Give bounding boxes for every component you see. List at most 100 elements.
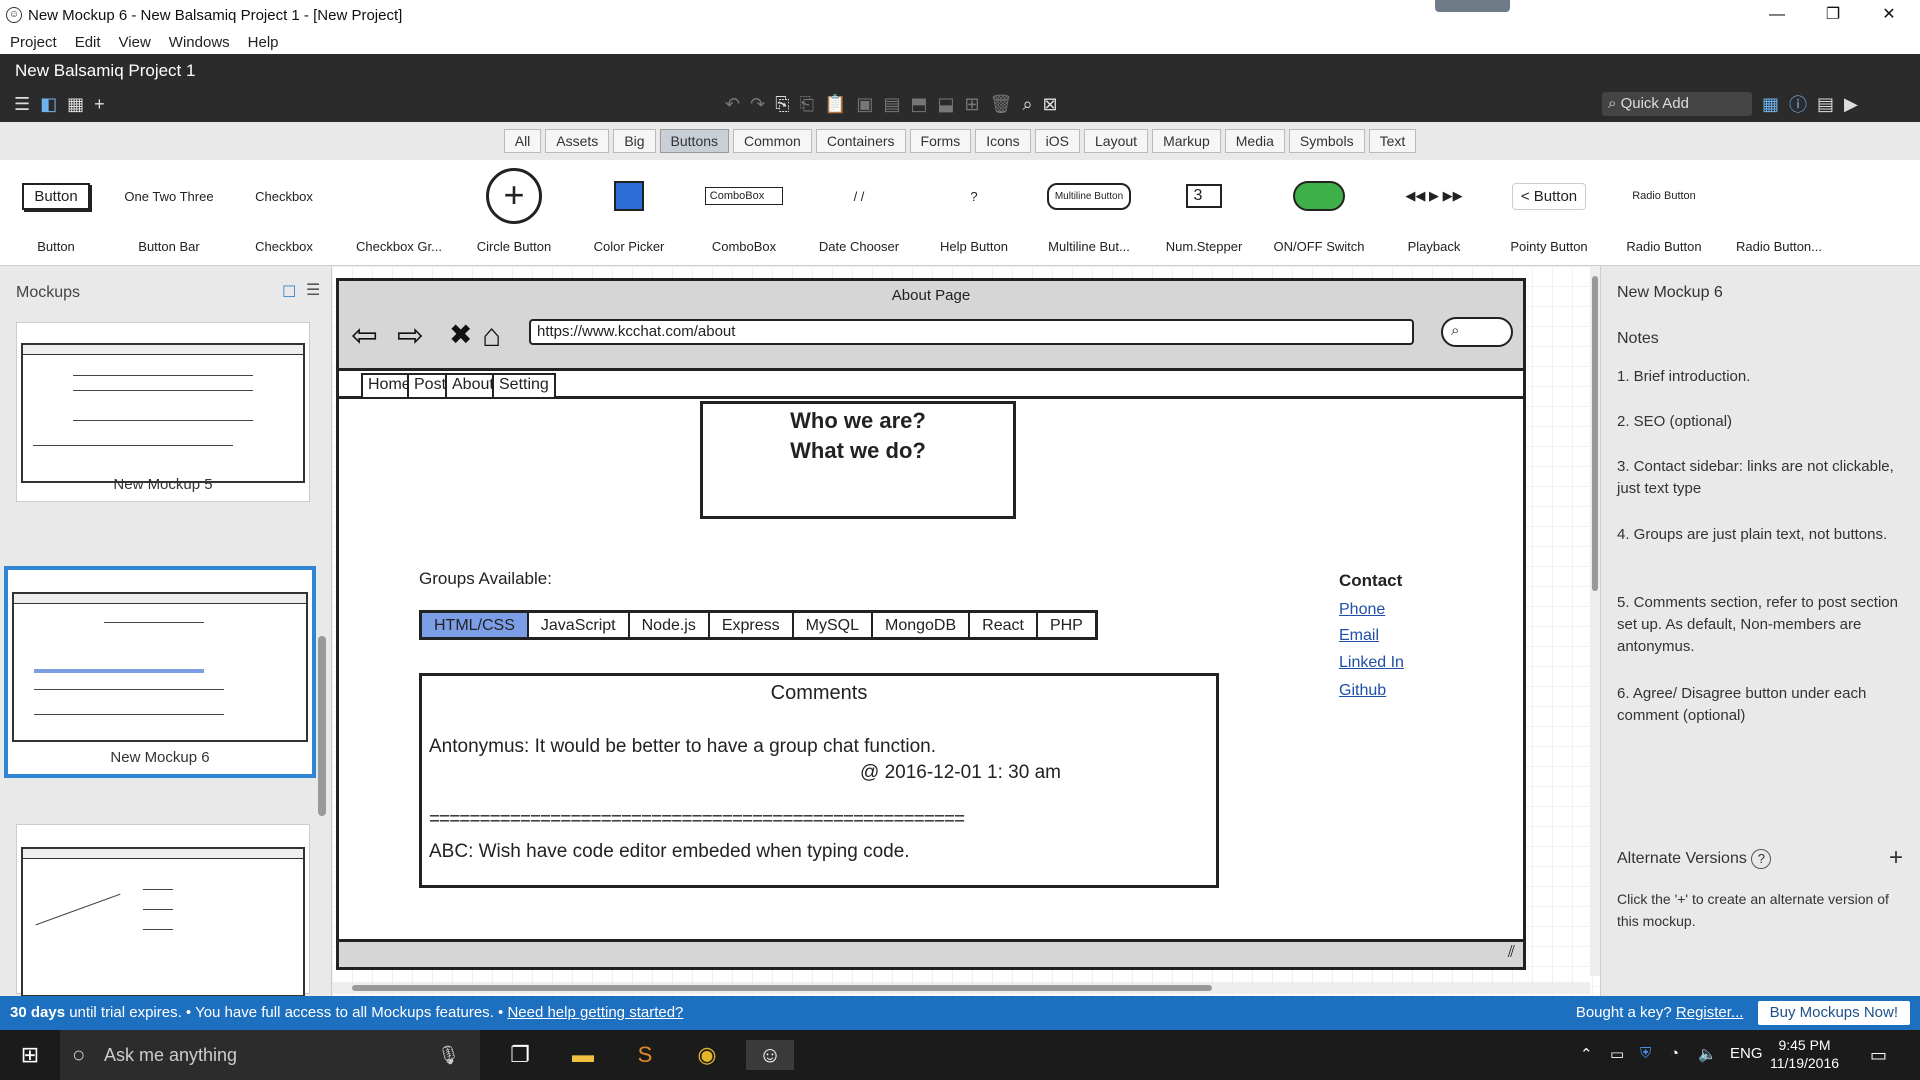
clock[interactable]: 9:45 PM 11/19/2016 — [1770, 1036, 1839, 1072]
filter-markup[interactable]: Markup — [1152, 129, 1221, 153]
drag-handle[interactable] — [1435, 0, 1510, 12]
clipboard-icon[interactable]: 📋 — [824, 94, 846, 115]
add-mockup-icon[interactable]: + — [94, 94, 105, 115]
canvas-horizontal-scrollbar[interactable] — [332, 982, 1590, 994]
mockup-canvas[interactable]: About Page ⇦ ⇨ ✖ ⌂ https://www.kcchat.co… — [332, 266, 1600, 996]
url-field[interactable]: https://www.kcchat.com/about — [529, 319, 1414, 345]
filter-forms[interactable]: Forms — [909, 129, 972, 153]
canvas-vertical-scrollbar[interactable] — [1590, 266, 1600, 976]
filter-icons[interactable]: Icons — [975, 129, 1031, 153]
menu-view[interactable]: View — [119, 34, 151, 51]
mockup-thumbnail-6[interactable]: New Mockup 6 — [4, 566, 316, 778]
note-item[interactable]: 6. Agree/ Disagree button under each com… — [1617, 683, 1907, 727]
panel-menu-icon[interactable]: ☰ — [306, 280, 320, 300]
note-item[interactable]: 3. Contact sidebar: links are not clicka… — [1617, 456, 1907, 500]
task-view-icon[interactable]: ❐ — [505, 1040, 535, 1070]
ungroup-icon[interactable]: ▤ — [883, 94, 900, 115]
stop-icon[interactable]: ✖ — [449, 319, 472, 351]
close-button[interactable]: ✕ — [1866, 0, 1912, 30]
battery-icon[interactable]: ▭ — [1610, 1045, 1624, 1063]
mockups-scrollbar[interactable] — [318, 636, 326, 816]
component-13[interactable]: < Button Pointy Button — [1494, 168, 1604, 264]
browser-search-field[interactable]: ⌕ — [1441, 317, 1513, 347]
filter-big[interactable]: Big — [613, 129, 656, 153]
copy-icon[interactable]: ⎘ — [775, 94, 789, 115]
search-icon[interactable]: ⌕ — [1022, 94, 1032, 115]
group-icon[interactable]: ▣ — [856, 94, 873, 115]
tray-chevron-icon[interactable]: ⌃ — [1580, 1045, 1593, 1063]
grid-view-icon[interactable]: ▦ — [67, 94, 84, 115]
menu-help[interactable]: Help — [248, 34, 279, 51]
add-alternate-icon[interactable]: + — [1889, 844, 1903, 872]
redo-icon[interactable]: ↷ — [750, 94, 765, 115]
info-icon[interactable]: ⓘ — [1789, 91, 1807, 117]
home-icon[interactable]: ⌂ — [482, 319, 501, 351]
note-item[interactable]: 5. Comments section, refer to post secti… — [1617, 592, 1907, 658]
paste-icon[interactable]: ⎗ — [800, 94, 814, 115]
component-0[interactable]: Button Button — [1, 168, 111, 264]
note-item[interactable]: 1. Brief introduction. — [1617, 366, 1907, 388]
mockup-thumbnail-5[interactable]: New Mockup 5 — [16, 322, 310, 502]
component-4[interactable]: + Circle Button — [459, 168, 569, 264]
component-10[interactable]: 3 Num.Stepper — [1149, 168, 1259, 264]
component-9[interactable]: Multiline Button Multiline But... — [1034, 168, 1144, 264]
panel-toggle-icon[interactable]: ☐ — [282, 282, 296, 302]
chrome-icon[interactable]: ◉ — [692, 1040, 722, 1070]
note-item[interactable]: 4. Groups are just plain text, not butto… — [1617, 524, 1907, 546]
single-view-icon[interactable]: ◧ — [40, 94, 57, 115]
volume-icon[interactable]: 🔈 — [1698, 1045, 1717, 1063]
component-8[interactable]: ? Help Button — [919, 168, 1029, 264]
defender-icon[interactable]: ⛨ — [1640, 1045, 1651, 1062]
filter-ios[interactable]: iOS — [1034, 129, 1081, 153]
back-arrow-icon[interactable]: ⇦ — [351, 319, 378, 351]
component-5[interactable]: Color Picker — [574, 168, 684, 264]
cortana-search[interactable]: ○ Ask me anything 🎙 — [60, 1030, 480, 1080]
component-7[interactable]: / / Date Chooser — [804, 168, 914, 264]
tab-setting[interactable]: Setting — [492, 373, 556, 397]
menu-windows[interactable]: Windows — [169, 34, 230, 51]
sublime-text-icon[interactable]: S — [630, 1040, 660, 1070]
filter-containers[interactable]: Containers — [815, 129, 906, 153]
undo-icon[interactable]: ↶ — [725, 94, 740, 115]
delete-icon[interactable]: 🗑 — [990, 94, 1013, 115]
wifi-icon[interactable]: ◔ — [1670, 1045, 1679, 1062]
register-link[interactable]: Register... — [1676, 1004, 1744, 1021]
fullscreen-icon[interactable]: ⊠ — [1043, 94, 1058, 115]
filter-common[interactable]: Common — [733, 129, 812, 153]
component-15[interactable]: Radio Button... — [1724, 168, 1834, 264]
component-3[interactable]: Checkbox Gr... — [344, 168, 454, 264]
notifications-icon[interactable]: ▭ — [1870, 1045, 1887, 1066]
help-started-link[interactable]: Need help getting started? — [507, 1004, 683, 1021]
quick-add-input[interactable]: ⌕ Quick Add — [1602, 92, 1752, 116]
component-14[interactable]: Radio Button Radio Button — [1609, 168, 1719, 264]
filter-assets[interactable]: Assets — [545, 129, 610, 153]
buy-now-button[interactable]: Buy Mockups Now! — [1757, 1001, 1910, 1025]
bring-front-icon[interactable]: ⬒ — [910, 94, 927, 115]
restore-button[interactable]: ❐ — [1810, 0, 1856, 30]
mockup-thumbnail-7[interactable] — [16, 824, 310, 997]
mockup-name-field[interactable]: New Mockup 6 — [1617, 284, 1723, 302]
component-2[interactable]: Checkbox Checkbox — [229, 168, 339, 264]
file-explorer-icon[interactable]: ▬ — [568, 1040, 598, 1070]
filter-text[interactable]: Text — [1368, 129, 1417, 153]
language-indicator[interactable]: ENG — [1730, 1045, 1763, 1062]
presentation-icon[interactable]: ▶ — [1844, 94, 1858, 115]
forward-arrow-icon[interactable]: ⇨ — [397, 319, 424, 351]
filter-media[interactable]: Media — [1224, 129, 1285, 153]
microphone-icon[interactable]: 🎙 — [437, 1030, 460, 1080]
hamburger-menu-icon[interactable]: ☰ — [14, 94, 30, 115]
filter-buttons[interactable]: Buttons — [659, 129, 730, 153]
filter-all[interactable]: All — [503, 129, 542, 153]
balsamiq-taskbar-icon[interactable]: ☺ — [746, 1040, 794, 1070]
browser-window-mockup[interactable]: About Page ⇦ ⇨ ✖ ⌂ https://www.kcchat.co… — [336, 278, 1526, 970]
minimize-button[interactable]: — — [1754, 0, 1800, 30]
properties-icon[interactable]: ▤ — [1817, 94, 1834, 115]
menu-edit[interactable]: Edit — [75, 34, 101, 51]
component-6[interactable]: ComboBox ComboBox — [689, 168, 799, 264]
component-12[interactable]: ◀◀ ▶ ▶▶ Playback — [1379, 168, 1489, 264]
library-icon[interactable]: ▦ — [1762, 94, 1779, 115]
filter-layout[interactable]: Layout — [1084, 129, 1149, 153]
component-1[interactable]: One Two Three Button Bar — [114, 168, 224, 264]
component-11[interactable]: ON/OFF Switch — [1264, 168, 1374, 264]
lock-icon[interactable]: ⊞ — [964, 94, 979, 115]
